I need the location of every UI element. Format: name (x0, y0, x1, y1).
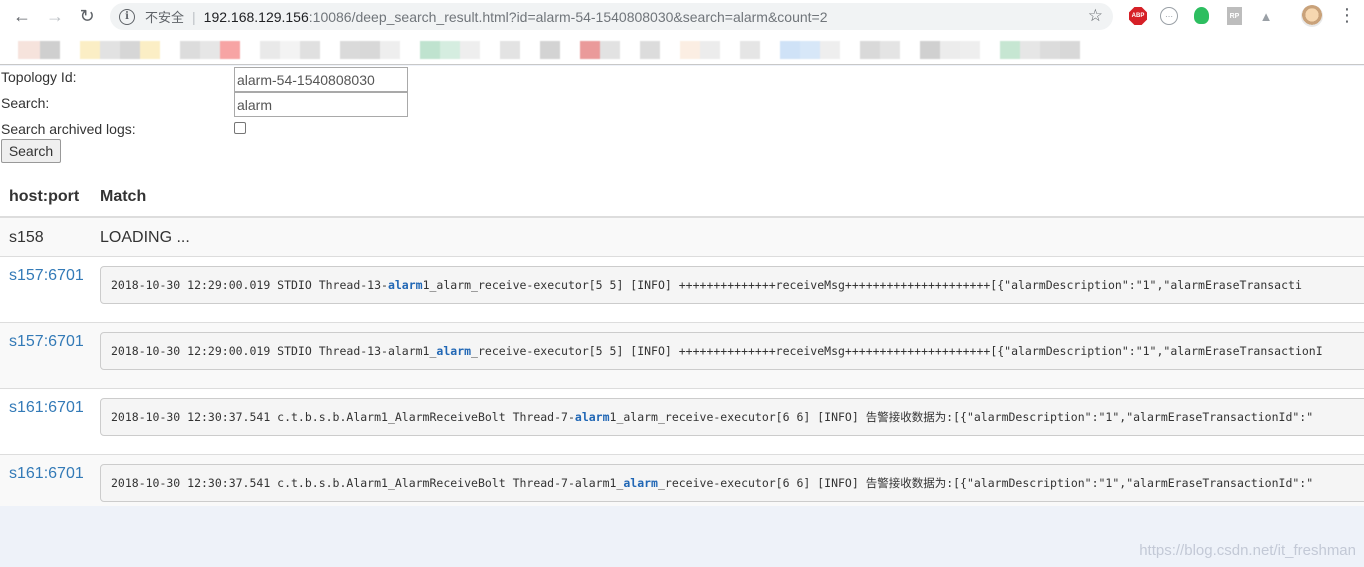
host-link[interactable]: s161:6701 (9, 465, 84, 483)
column-header-match: Match (100, 188, 147, 205)
search-input[interactable] (234, 92, 408, 117)
log-match-block: 2018-10-30 12:30:37.541 c.t.b.s.b.Alarm1… (100, 464, 1364, 502)
table-row: s157:6701 2018-10-30 12:29:00.019 STDIO … (0, 322, 1364, 388)
adblock-extension-icon[interactable]: ABP (1129, 7, 1147, 25)
url-path: :10086/deep_search_result.html?id=alarm-… (308, 8, 828, 25)
log-text-before: 2018-10-30 12:30:37.541 c.t.b.s.b.Alarm1… (111, 410, 575, 424)
log-text-after: 1_alarm_receive-executor[5 5] [INFO] +++… (422, 278, 1302, 292)
log-highlight: alarm (387, 278, 423, 292)
rp-extension-icon[interactable]: RP (1227, 7, 1242, 25)
evernote-extension-icon[interactable] (1194, 7, 1209, 24)
log-text-before: 2018-10-30 12:29:00.019 STDIO Thread-13-… (111, 344, 437, 358)
loading-text: LOADING ... (100, 229, 190, 246)
browser-menu-icon[interactable]: ⋮ (1338, 5, 1356, 26)
log-highlight: alarm (436, 344, 472, 358)
profile-avatar[interactable] (1301, 5, 1323, 27)
address-separator: | (192, 8, 196, 25)
bookmarks-bar (0, 33, 1364, 65)
bookmark-star-icon[interactable]: ☆ (1088, 6, 1103, 26)
search-label: Search: (1, 95, 50, 111)
back-arrow-icon[interactable]: ← (11, 5, 33, 27)
table-row: s157:6701 2018-10-30 12:29:00.019 STDIO … (0, 256, 1364, 322)
host-link[interactable]: s157:6701 (9, 267, 84, 285)
blurred-bookmarks (18, 41, 1268, 59)
table-row: s161:6701 2018-10-30 12:30:37.541 c.t.b.… (0, 388, 1364, 454)
reload-icon[interactable]: ↻ (76, 5, 98, 27)
host-link[interactable]: s157:6701 (9, 333, 84, 351)
url-host: 192.168.129.156 (203, 8, 309, 25)
tree-extension-icon[interactable]: ▲ (1257, 7, 1275, 25)
security-label: 不安全 (145, 11, 185, 26)
host-cell: s158 (9, 229, 44, 246)
host-link[interactable]: s161:6701 (9, 399, 84, 417)
watermark-text: https://blog.csdn.net/it_freshman (1139, 542, 1356, 559)
log-text-before: 2018-10-30 12:29:00.019 STDIO Thread-13- (111, 278, 388, 292)
extension-circle-icon[interactable]: ⋯ (1160, 7, 1178, 25)
info-icon[interactable]: i (119, 8, 135, 25)
address-bar[interactable]: i 不安全 | 192.168.129.156:10086/deep_searc… (110, 3, 1113, 30)
log-text-after: _receive-executor[5 5] [INFO] ++++++++++… (471, 344, 1323, 358)
browser-toolbar: ← → ↻ i 不安全 | 192.168.129.156:10086/deep… (0, 0, 1364, 33)
column-header-host-port: host:port (9, 188, 80, 205)
log-match-block: 2018-10-30 12:29:00.019 STDIO Thread-13-… (100, 332, 1364, 370)
log-match-block: 2018-10-30 12:29:00.019 STDIO Thread-13-… (100, 266, 1364, 304)
archived-logs-label: Search archived logs: (1, 121, 136, 137)
forward-arrow-icon[interactable]: → (44, 5, 66, 27)
page-content: Topology Id: Search: Search archived log… (0, 66, 1364, 506)
topology-id-label: Topology Id: (1, 69, 77, 85)
table-row-loading: s158 LOADING ... (0, 217, 1364, 256)
log-text-after: 1_alarm_receive-executor[6 6] [INFO] 告警接… (609, 410, 1314, 424)
topology-id-input[interactable] (234, 67, 408, 92)
search-button[interactable]: Search (1, 139, 61, 163)
archived-logs-checkbox[interactable] (234, 122, 246, 134)
log-highlight: alarm (574, 410, 610, 424)
table-row: s161:6701 2018-10-30 12:30:37.541 c.t.b.… (0, 454, 1364, 506)
log-text-after: _receive-executor[6 6] [INFO] 告警接收数据为:[{… (657, 476, 1314, 490)
log-match-block: 2018-10-30 12:30:37.541 c.t.b.s.b.Alarm1… (100, 398, 1364, 436)
log-text-before: 2018-10-30 12:30:37.541 c.t.b.s.b.Alarm1… (111, 476, 624, 490)
log-highlight: alarm (623, 476, 658, 490)
